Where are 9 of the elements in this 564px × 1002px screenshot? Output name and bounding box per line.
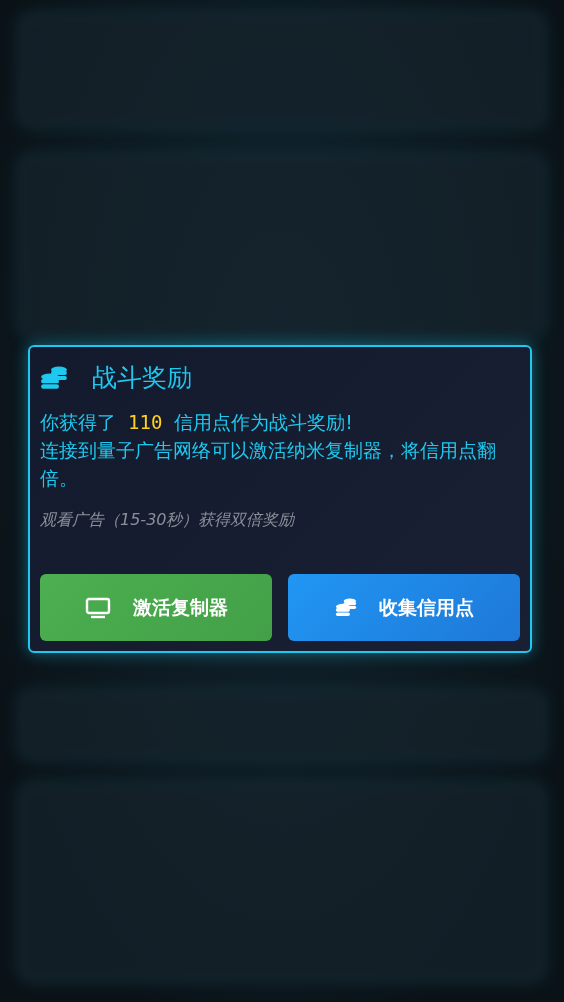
monitor-icon: [84, 596, 111, 619]
coins-icon: [334, 598, 357, 617]
collect-button[interactable]: 收集信用点: [288, 574, 520, 641]
activate-button[interactable]: 激活复制器: [40, 574, 272, 641]
dialog-title: 战斗奖励: [92, 362, 192, 394]
coins-icon: [40, 365, 68, 390]
reward-text: 你获得了 110 信用点作为战斗奖励!: [40, 410, 354, 435]
hint-text: 观看广告（15-30秒）获得双倍奖励: [40, 510, 296, 531]
message-text: 连接到量子广告网络可以激活纳米复制器，将信用点翻倍。: [40, 438, 497, 491]
